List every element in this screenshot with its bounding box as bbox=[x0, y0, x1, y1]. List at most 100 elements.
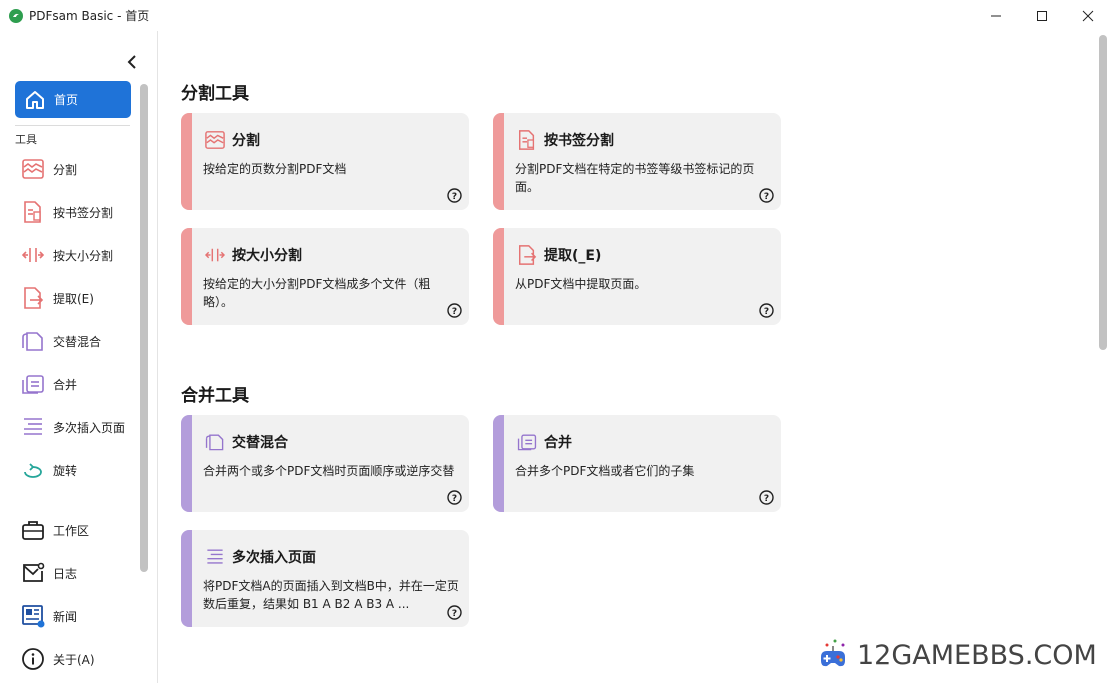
tool-card-alternate-mix[interactable]: 交替混合 合并两个或多个PDF文档时页面顺序或逆序交替 ? bbox=[181, 415, 469, 512]
svg-text:?: ? bbox=[452, 307, 457, 317]
sidebar-item-split[interactable]: 分割 bbox=[20, 153, 138, 185]
sidebar-scrollbar[interactable] bbox=[140, 84, 148, 572]
sidebar: 首页 工具 分割 按书签分割 按大小分割 提取(E) 交替混合 合并 多次插入页… bbox=[0, 31, 158, 683]
sidebar-item-home[interactable]: 首页 bbox=[15, 81, 131, 118]
split-icon bbox=[204, 129, 226, 151]
tool-card-split[interactable]: 分割 按给定的页数分割PDF文档 ? bbox=[181, 113, 469, 210]
sidebar-item-size-split[interactable]: 按大小分割 bbox=[20, 239, 138, 271]
card-description: 合并两个或多个PDF文档时页面顺序或逆序交替 bbox=[203, 464, 455, 478]
alternate-mix-icon bbox=[20, 329, 46, 353]
card-accent-bar bbox=[181, 530, 192, 627]
rotate-icon bbox=[20, 458, 46, 482]
card-description: 按给定的页数分割PDF文档 bbox=[203, 162, 347, 176]
sidebar-item-extract[interactable]: 提取(E) bbox=[20, 282, 138, 314]
help-icon[interactable]: ? bbox=[759, 303, 774, 318]
sidebar-item-merge[interactable]: 合并 bbox=[20, 368, 138, 400]
chevron-left-icon bbox=[127, 55, 136, 69]
card-title: 分割 bbox=[232, 133, 260, 149]
extract-icon bbox=[516, 244, 538, 266]
close-button[interactable] bbox=[1065, 0, 1111, 31]
card-accent-bar bbox=[493, 228, 504, 325]
card-title: 交替混合 bbox=[232, 435, 288, 451]
log-icon bbox=[20, 561, 46, 585]
pdfsam-logo-icon bbox=[9, 8, 23, 23]
help-icon[interactable]: ? bbox=[759, 490, 774, 505]
help-icon[interactable]: ? bbox=[447, 188, 462, 203]
main-scrollbar[interactable] bbox=[1099, 35, 1107, 350]
title-bar: PDFsam Basic - 首页 bbox=[0, 0, 1111, 31]
sidebar-item-label: 日志 bbox=[53, 566, 78, 581]
merge-icon bbox=[20, 372, 46, 396]
tools-section-label: 工具 bbox=[15, 133, 37, 146]
split-tools-heading: 分割工具 bbox=[181, 84, 249, 104]
tool-card-bookmark-split[interactable]: 按书签分割 分割PDF文档在特定的书签等级书签标记的页面。 ? bbox=[493, 113, 781, 210]
sidebar-item-label: 工作区 bbox=[53, 523, 90, 538]
sidebar-item-label: 旋转 bbox=[53, 463, 78, 478]
alternate-mix-icon bbox=[204, 431, 226, 453]
sidebar-item-about[interactable]: 关于(A) bbox=[20, 643, 138, 675]
svg-text:?: ? bbox=[764, 494, 769, 504]
card-title: 提取(_E) bbox=[544, 248, 602, 264]
sidebar-item-workspace[interactable]: 工作区 bbox=[20, 514, 138, 546]
svg-text:?: ? bbox=[452, 192, 457, 202]
sidebar-item-label: 关于(A) bbox=[53, 652, 95, 667]
tool-card-extract[interactable]: 提取(_E) 从PDF文档中提取页面。 ? bbox=[493, 228, 781, 325]
svg-text:?: ? bbox=[452, 609, 457, 619]
close-icon bbox=[1082, 10, 1094, 21]
window-title: PDFsam Basic - 首页 bbox=[29, 9, 150, 23]
card-description: 将PDF文档A的页面插入到文档B中，并在一定页数后重复，结果如 B1 A B2 … bbox=[203, 579, 459, 611]
sidebar-divider bbox=[15, 125, 130, 126]
sidebar-item-insert-pages[interactable]: 多次插入页面 bbox=[20, 411, 138, 443]
svg-text:?: ? bbox=[764, 192, 769, 202]
tool-card-merge[interactable]: 合并 合并多个PDF文档或者它们的子集 ? bbox=[493, 415, 781, 512]
card-accent-bar bbox=[181, 228, 192, 325]
gamepad-logo-icon bbox=[821, 639, 845, 667]
sidebar-item-label: 新闻 bbox=[53, 609, 78, 624]
sidebar-item-bookmark-split[interactable]: 按书签分割 bbox=[20, 196, 138, 228]
collapse-sidebar-button[interactable] bbox=[124, 53, 140, 71]
sidebar-item-label: 合并 bbox=[53, 377, 78, 392]
card-description: 分割PDF文档在特定的书签等级书签标记的页面。 bbox=[515, 162, 755, 194]
watermark-text: 12GAMEBBS.COM bbox=[857, 639, 1097, 671]
sidebar-item-label: 按大小分割 bbox=[53, 248, 114, 263]
sidebar-item-label: 分割 bbox=[53, 162, 78, 177]
extract-icon bbox=[20, 286, 46, 310]
card-accent-bar bbox=[493, 113, 504, 210]
maximize-button[interactable] bbox=[1019, 0, 1065, 31]
sidebar-item-news[interactable]: 新闻 bbox=[20, 600, 138, 632]
home-icon bbox=[26, 90, 44, 109]
help-icon[interactable]: ? bbox=[447, 605, 462, 620]
card-description: 按给定的大小分割PDF文档成多个文件（粗略）。 bbox=[203, 277, 431, 309]
sidebar-item-rotate[interactable]: 旋转 bbox=[20, 454, 138, 486]
info-icon bbox=[20, 647, 46, 671]
card-title: 按大小分割 bbox=[232, 248, 302, 264]
window-controls bbox=[973, 0, 1111, 31]
tool-card-insert-pages[interactable]: 多次插入页面 将PDF文档A的页面插入到文档B中，并在一定页数后重复，结果如 B… bbox=[181, 530, 469, 627]
svg-text:?: ? bbox=[452, 494, 457, 504]
bookmark-split-icon bbox=[20, 200, 46, 224]
minimize-icon bbox=[991, 15, 1001, 16]
help-icon[interactable]: ? bbox=[447, 303, 462, 318]
card-accent-bar bbox=[181, 415, 192, 512]
watermark: 12GAMEBBS.COM bbox=[813, 633, 1097, 677]
merge-tools-heading: 合并工具 bbox=[181, 386, 249, 406]
card-title: 合并 bbox=[544, 435, 572, 451]
split-icon bbox=[20, 157, 46, 181]
size-split-icon bbox=[20, 243, 46, 267]
tool-card-size-split[interactable]: 按大小分割 按给定的大小分割PDF文档成多个文件（粗略）。 ? bbox=[181, 228, 469, 325]
card-accent-bar bbox=[181, 113, 192, 210]
help-icon[interactable]: ? bbox=[447, 490, 462, 505]
sidebar-item-label: 首页 bbox=[54, 93, 79, 107]
main-content: 分割工具 分割 按给定的页数分割PDF文档 ? 按书签分割 分割PDF文档在特定… bbox=[159, 31, 1099, 683]
help-icon[interactable]: ? bbox=[759, 188, 774, 203]
card-title: 多次插入页面 bbox=[232, 550, 316, 566]
minimize-button[interactable] bbox=[973, 0, 1019, 31]
sidebar-item-label: 按书签分割 bbox=[53, 205, 114, 220]
merge-icon bbox=[516, 431, 538, 453]
sidebar-item-log[interactable]: 日志 bbox=[20, 557, 138, 589]
sidebar-item-alternate-mix[interactable]: 交替混合 bbox=[20, 325, 138, 357]
svg-text:?: ? bbox=[764, 307, 769, 317]
card-title: 按书签分割 bbox=[544, 133, 614, 149]
briefcase-icon bbox=[20, 518, 46, 542]
size-split-icon bbox=[204, 244, 226, 266]
